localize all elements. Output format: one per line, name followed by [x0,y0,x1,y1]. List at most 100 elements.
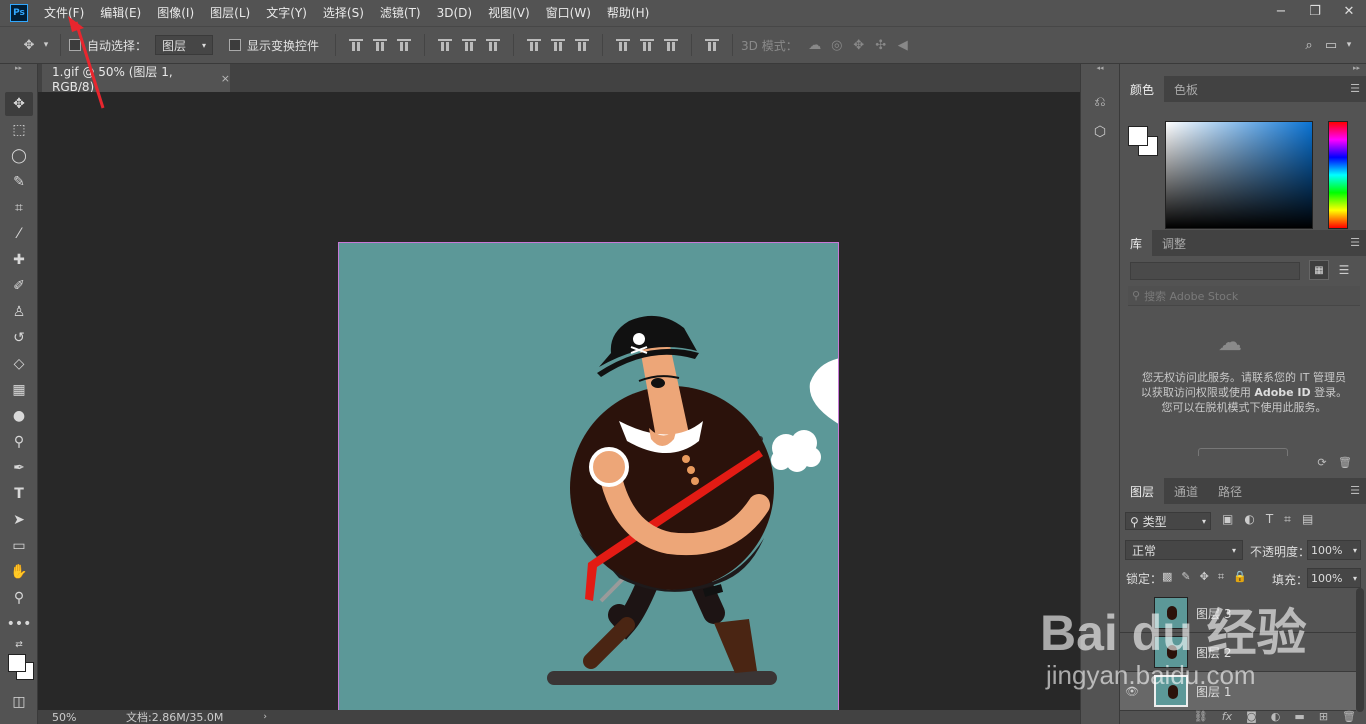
pen-tool-icon[interactable]: ✒ [5,456,33,480]
gradient-tool-icon[interactable]: ▦ [5,378,33,402]
new-layer-icon[interactable]: ⊞ [1319,710,1328,724]
filter-type-icon[interactable]: T [1266,512,1284,526]
close-tab-icon[interactable]: × [221,72,230,85]
3d-orbit-icon[interactable]: ☁ [804,34,826,56]
canvas-workspace[interactable] [38,92,1080,724]
tab-libraries[interactable]: 库 [1120,230,1153,256]
tab-layers[interactable]: 图层 [1120,478,1165,504]
menu-view[interactable]: 视图(V) [480,0,538,26]
panel-menu-icon[interactable]: ☰ [1350,236,1360,249]
adjustment-layer-icon[interactable]: ◐ [1271,710,1281,724]
align-bottom-icon[interactable] [397,39,412,51]
marquee-tool-icon[interactable]: ⬚ [5,118,33,142]
trash-icon[interactable]: 🗑 [1338,456,1352,469]
layer-mask-icon[interactable]: ◙ [1246,710,1257,724]
tab-swatches[interactable]: 色板 [1164,76,1208,102]
menu-filter[interactable]: 滤镜(T) [372,0,429,26]
menu-file[interactable]: 文件(F) [36,0,92,26]
collapse-dock-icon[interactable]: ◂◂ [1081,64,1119,72]
distribute-bottom-icon[interactable] [575,39,590,51]
workspace-chevron-icon[interactable]: ▾ [1342,34,1356,56]
lock-pixels-icon[interactable]: ✎ [1181,570,1199,583]
library-signin-button[interactable] [1198,448,1288,456]
list-view-icon[interactable]: ☰ [1334,260,1354,280]
menu-edit[interactable]: 编辑(E) [92,0,149,26]
show-transform-checkbox[interactable] [229,39,242,51]
auto-select-checkbox[interactable] [69,39,81,51]
fill-input[interactable]: 100% ▾ [1307,568,1361,588]
collapse-toolbar-icon[interactable]: ▸▸ [0,64,37,72]
3d-scale-icon[interactable]: ◀ [892,34,914,56]
lock-transparent-icon[interactable]: ▩ [1162,570,1181,583]
align-right-icon[interactable] [486,39,501,51]
document-canvas[interactable] [338,242,839,724]
align-vcenter-icon[interactable] [373,39,388,51]
quick-mask-icon[interactable]: ◫ [5,690,33,714]
align-top-icon[interactable] [349,39,364,51]
3d-panel-icon[interactable]: ⬡ [1086,120,1114,144]
blur-tool-icon[interactable]: ● [5,404,33,428]
distribute-hcenter-icon[interactable] [640,39,655,51]
tab-color[interactable]: 颜色 [1120,76,1165,102]
zoom-level[interactable]: 50% [52,711,90,724]
color-picker-field[interactable] [1165,121,1313,229]
collapse-panels-icon[interactable]: ▸▸ [1120,64,1366,76]
eraser-tool-icon[interactable]: ◇ [5,352,33,376]
document-tab[interactable]: 1.gif @ 50% (图层 1, RGB/8) × [42,64,230,94]
close-button[interactable]: ✕ [1332,0,1366,22]
align-left-icon[interactable] [438,39,453,51]
layer-style-icon[interactable]: fx [1222,710,1232,724]
menu-3d[interactable]: 3D(D) [429,0,480,26]
type-tool-icon[interactable]: T [5,482,33,506]
path-select-tool-icon[interactable]: ➤ [5,508,33,532]
auto-align-icon[interactable] [705,39,720,51]
lasso-tool-icon[interactable]: ◯ [5,144,33,168]
layer-row-3[interactable]: 图层 3 [1120,594,1356,633]
new-group-icon[interactable]: ▬ [1294,710,1304,724]
search-icon[interactable]: ⌕ [1298,34,1320,56]
library-dropdown[interactable] [1130,262,1300,280]
swap-colors-icon[interactable]: ⇄ [5,638,33,652]
filter-smart-icon[interactable]: ▤ [1302,512,1324,526]
rectangle-tool-icon[interactable]: ▭ [5,534,33,558]
minimize-button[interactable]: − [1264,0,1298,22]
distribute-top-icon[interactable] [527,39,542,51]
grid-view-icon[interactable]: ▦ [1309,260,1329,280]
blend-mode-dropdown[interactable]: 正常 ▾ [1125,540,1243,560]
foreground-color-swatch[interactable] [1128,126,1148,146]
quick-select-tool-icon[interactable]: ✎ [5,170,33,194]
menu-window[interactable]: 窗口(W) [538,0,599,26]
delete-layer-icon[interactable]: 🗑 [1342,710,1356,724]
more-tools-icon[interactable]: ••• [5,612,33,636]
distribute-vcenter-icon[interactable] [551,39,566,51]
auto-select-dropdown[interactable]: 图层 ▾ [155,35,214,55]
workspace-icon[interactable]: ▭ [1320,34,1342,56]
hue-slider[interactable] [1328,121,1348,229]
move-tool-icon[interactable]: ✥ [5,92,33,116]
status-chevron-icon[interactable]: › [263,712,267,722]
color-swatches[interactable] [5,654,34,684]
tool-preset-chevron-icon[interactable]: ▾ [40,34,52,56]
3d-pan-icon[interactable]: ✥ [848,34,870,56]
crop-tool-icon[interactable]: ⌗ [5,196,33,220]
menu-layer[interactable]: 图层(L) [202,0,258,26]
filter-adjust-icon[interactable]: ◐ [1244,512,1265,526]
menu-image[interactable]: 图像(I) [149,0,202,26]
layer-filter-dropdown[interactable]: ⚲ 类型 ▾ [1125,512,1211,530]
lock-artboard-icon[interactable]: ⌗ [1218,570,1233,583]
layer-row-1[interactable]: 👁 图层 1 [1120,672,1356,711]
menu-help[interactable]: 帮助(H) [599,0,657,26]
filter-shape-icon[interactable]: ⌗ [1284,512,1302,526]
sync-icon[interactable]: ⟳ [1317,456,1326,469]
layers-scrollbar[interactable] [1356,588,1364,712]
restore-button[interactable]: ❐ [1298,0,1332,22]
dodge-tool-icon[interactable]: ⚲ [5,430,33,454]
healing-brush-tool-icon[interactable]: ✚ [5,248,33,272]
distribute-right-icon[interactable] [664,39,679,51]
zoom-tool-icon[interactable]: ⚲ [5,586,33,610]
3d-slide-icon[interactable]: ✣ [870,34,892,56]
menu-type[interactable]: 文字(Y) [258,0,315,26]
layer-row-2[interactable]: 图层 2 [1120,633,1356,672]
tab-channels[interactable]: 通道 [1164,478,1208,504]
lock-all-icon[interactable]: 🔒 [1233,570,1256,583]
